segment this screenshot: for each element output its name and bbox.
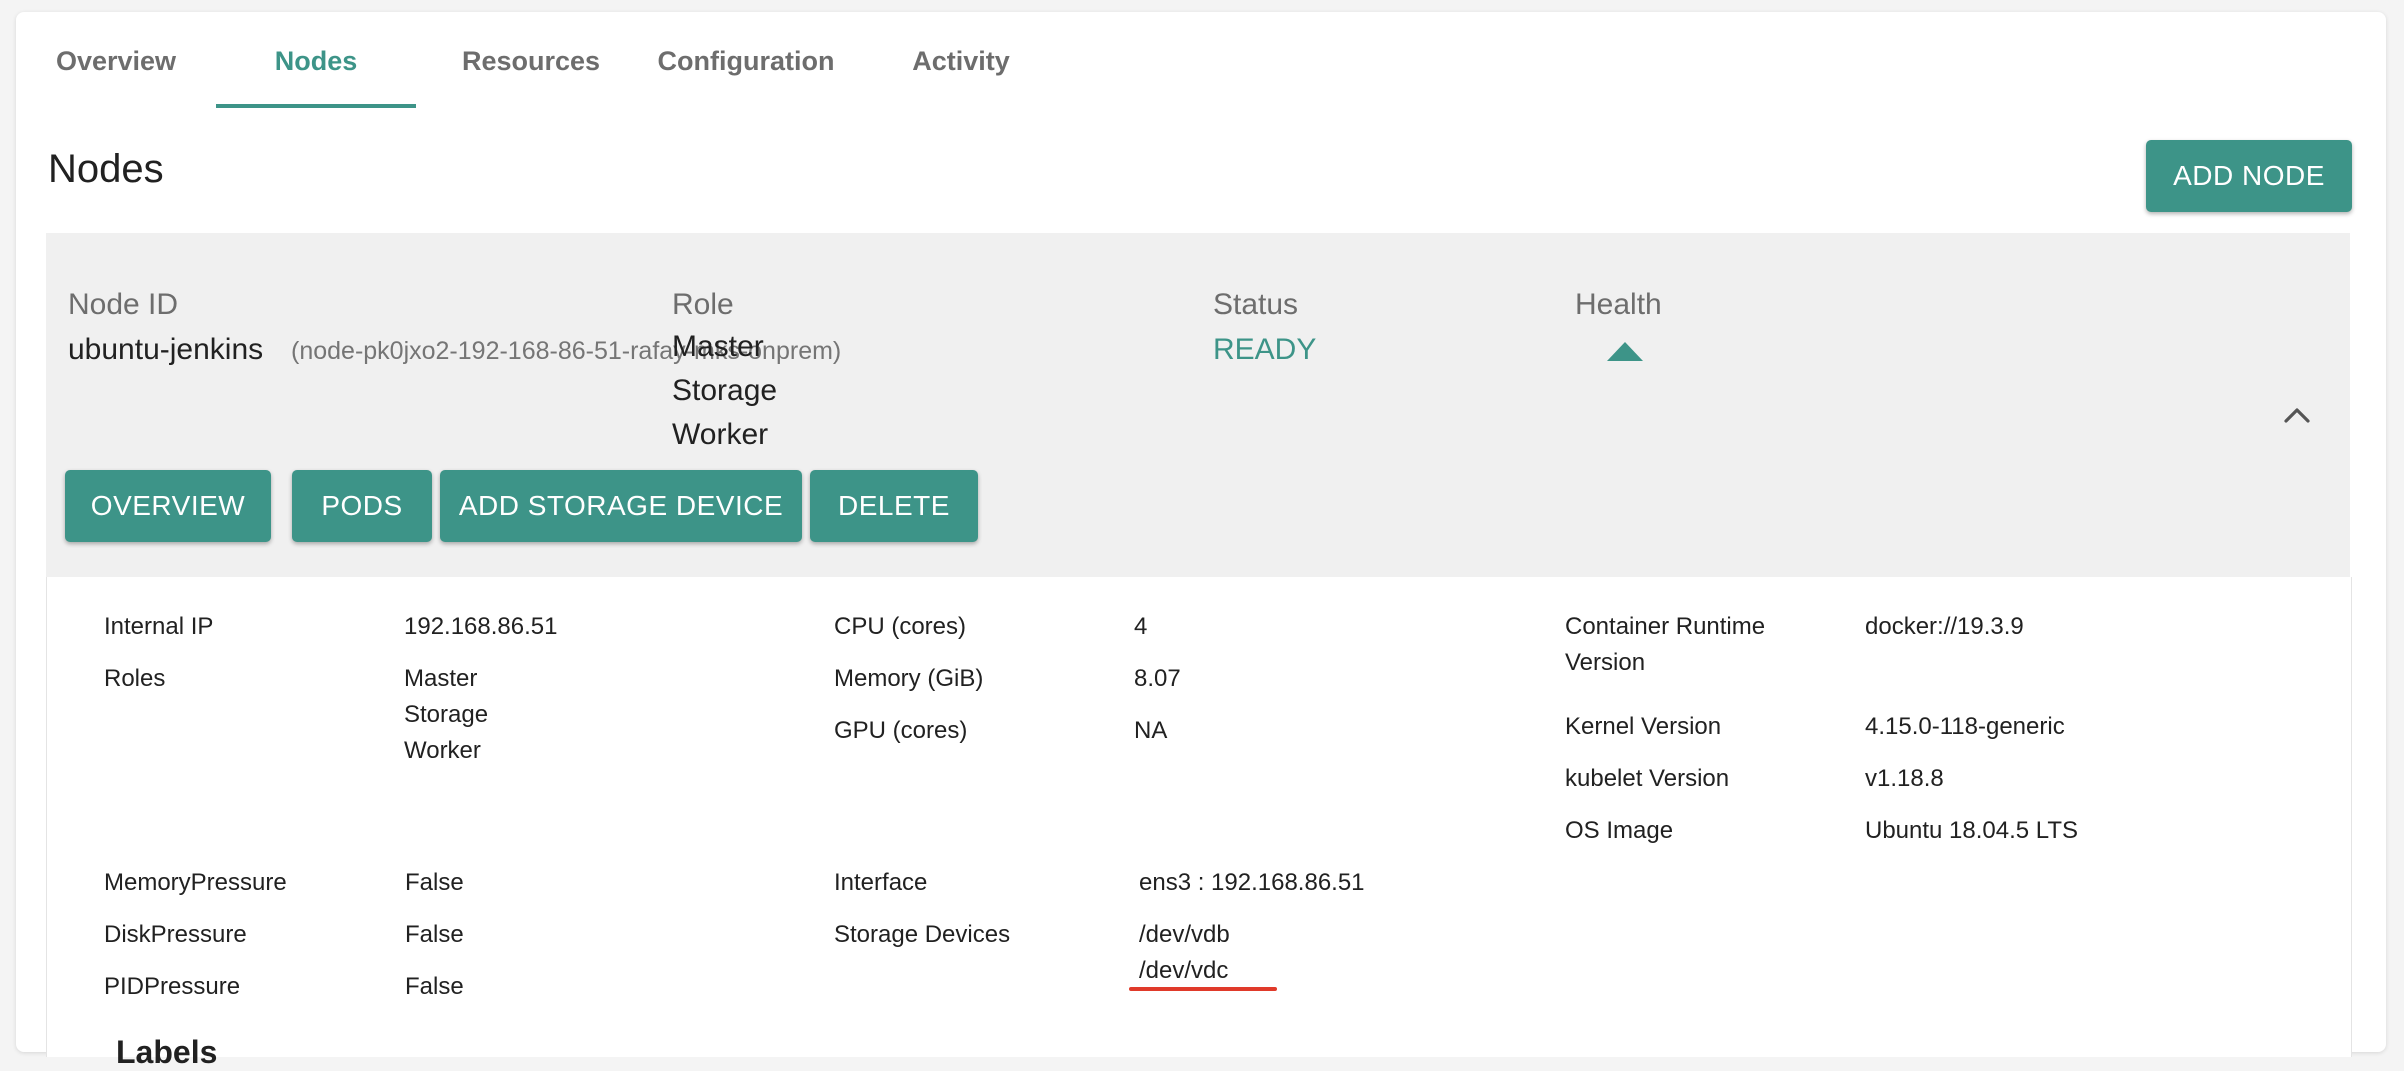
memory-label: Memory (GiB) (834, 665, 984, 692)
storage-device-vdc: /dev/vdc (1139, 957, 1229, 984)
cpu-value: 4 (1134, 613, 1148, 640)
tab-resources[interactable]: Resources (436, 12, 626, 108)
os-image-label: OS Image (1565, 817, 1674, 844)
memory-pressure-label: MemoryPressure (104, 869, 287, 896)
memory-value: 8.07 (1134, 665, 1181, 692)
add-storage-device-button[interactable]: ADD STORAGE DEVICE (440, 470, 802, 542)
role-list: Master Storage Worker (672, 325, 777, 457)
kubelet-value: v1.18.8 (1865, 765, 1944, 792)
gpu-label: GPU (cores) (834, 717, 968, 744)
cpu-label: CPU (cores) (834, 613, 967, 640)
runtime-label-line2: Version (1565, 649, 1646, 676)
active-tab-indicator (216, 104, 416, 108)
roles-label: Roles (104, 665, 166, 692)
runtime-value: docker://19.3.9 (1865, 613, 2024, 640)
role-storage: Storage (672, 374, 778, 407)
tab-configuration[interactable]: Configuration (626, 12, 866, 108)
status-header: Status (1213, 288, 1299, 321)
role-header: Role (672, 288, 734, 321)
roles-value-worker: Worker (404, 737, 481, 764)
node-id-header: Node ID (68, 288, 179, 321)
roles-value-master: Master (404, 665, 478, 692)
storage-devices-value: /dev/vdb /dev/vdc (1139, 917, 1230, 989)
os-image-value: Ubuntu 18.04.5 LTS (1865, 817, 2079, 844)
overview-button[interactable]: OVERVIEW (65, 470, 271, 542)
cluster-page: Overview Nodes Resources Configuration A… (16, 12, 2386, 1070)
kubelet-label: kubelet Version (1565, 765, 1730, 792)
runtime-label-line1: Container Runtime (1565, 613, 1766, 640)
memory-pressure-value: False (405, 869, 464, 896)
status-badge: READY (1213, 333, 1317, 366)
labels-heading: Labels (116, 1034, 218, 1070)
internal-ip-value: 192.168.86.51 (404, 613, 558, 640)
interface-value: ens3 : 192.168.86.51 (1139, 869, 1365, 896)
storage-devices-label: Storage Devices (834, 921, 1011, 948)
roles-value: Master Storage Worker (404, 661, 488, 769)
internal-ip-label: Internal IP (104, 613, 214, 640)
annotation-underline (1129, 987, 1277, 991)
page-title: Nodes (48, 147, 164, 191)
node-name: ubuntu-jenkins (68, 333, 264, 366)
role-master: Master (672, 330, 764, 363)
role-worker: Worker (672, 418, 769, 451)
pods-button[interactable]: PODS (292, 470, 432, 542)
gpu-value: NA (1134, 717, 1168, 744)
chevron-up-icon[interactable] (2282, 405, 2312, 425)
tab-activity[interactable]: Activity (876, 12, 1046, 108)
pid-pressure-label: PIDPressure (104, 973, 241, 1000)
health-header: Health (1575, 288, 1662, 321)
roles-value-storage: Storage (404, 701, 489, 728)
add-node-button[interactable]: ADD NODE (2146, 140, 2352, 212)
node-card-header[interactable]: Node ID ubuntu-jenkins (node-pk0jxo2-192… (46, 233, 2350, 577)
delete-button[interactable]: DELETE (810, 470, 978, 542)
disk-pressure-label: DiskPressure (104, 921, 247, 948)
kernel-value: 4.15.0-118-generic (1865, 713, 2065, 740)
tab-overview[interactable]: Overview (16, 12, 216, 108)
pid-pressure-value: False (405, 973, 464, 1000)
triangle-up-icon (1607, 342, 1643, 361)
disk-pressure-value: False (405, 921, 464, 948)
tab-nodes[interactable]: Nodes (216, 12, 416, 108)
kernel-label: Kernel Version (1565, 713, 1722, 740)
storage-device-vdb: /dev/vdb (1139, 921, 1230, 948)
runtime-label: Container Runtime Version (1565, 609, 1765, 681)
interface-label: Interface (834, 869, 928, 896)
